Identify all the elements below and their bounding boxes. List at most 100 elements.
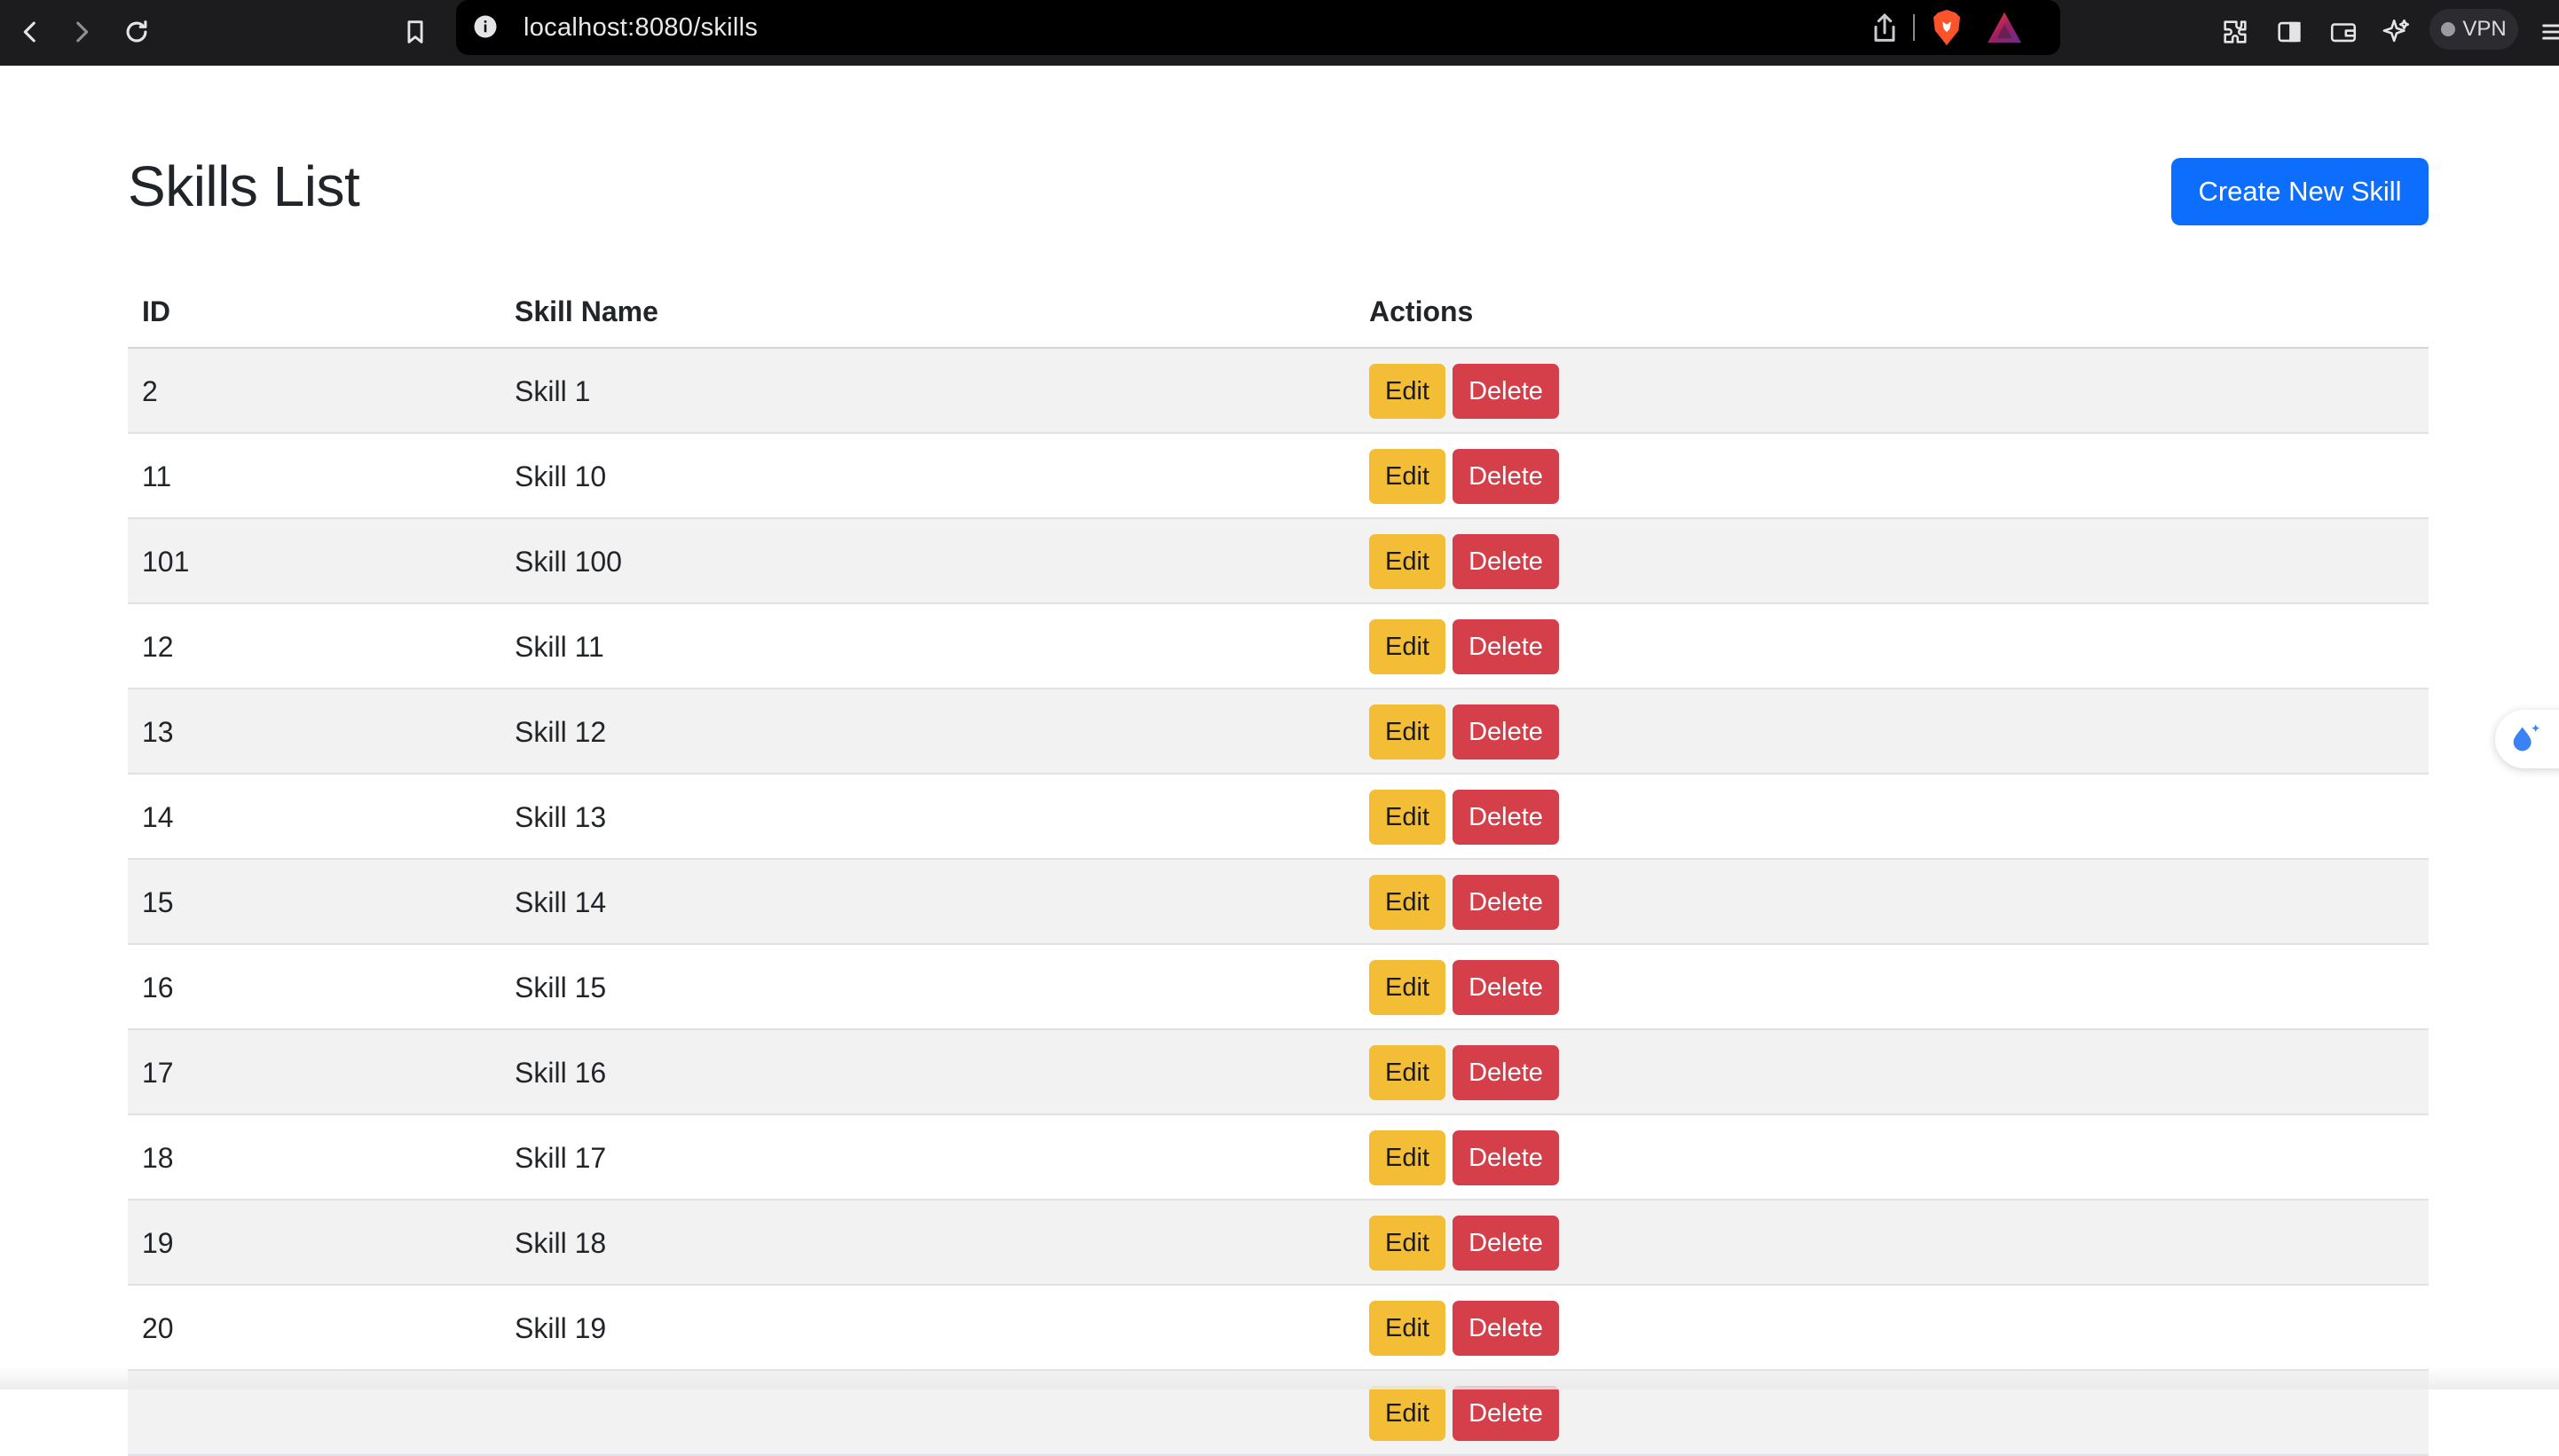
address-separator [1913,14,1915,41]
delete-button[interactable]: Delete [1453,960,1559,1015]
leo-ai-icon[interactable] [2375,11,2418,53]
skill-id-cell: 19 [128,1200,500,1286]
back-icon[interactable] [9,11,51,53]
table-row: Edit Delete [128,1370,2429,1456]
table-row: 11 Skill 10 Edit Delete [128,433,2429,519]
table-row: 12 Skill 11 Edit Delete [128,603,2429,689]
skill-name-cell: Skill 13 [500,774,1355,860]
actions-cell: Edit Delete [1355,433,2429,519]
table-row: 17 Skill 16 Edit Delete [128,1029,2429,1115]
actions-cell: Edit Delete [1355,1114,2429,1200]
delete-button[interactable]: Delete [1453,534,1559,589]
actions-cell: Edit Delete [1355,1200,2429,1286]
skill-id-cell: 15 [128,859,500,945]
delete-button[interactable]: Delete [1453,1301,1559,1356]
table-row: 18 Skill 17 Edit Delete [128,1114,2429,1200]
wallet-icon[interactable] [2322,11,2365,53]
info-icon[interactable] [472,13,499,40]
table-row: 101 Skill 100 Edit Delete [128,518,2429,604]
skill-name-cell: Skill 100 [500,518,1355,604]
page-title: Skills List [128,154,360,218]
skill-name-cell: Skill 1 [500,348,1355,434]
droplet-sparkle-icon [2513,724,2539,752]
vpn-label: VPN [2462,17,2507,41]
edit-button[interactable]: Edit [1369,619,1445,674]
delete-button[interactable]: Delete [1453,449,1559,504]
edit-button[interactable]: Edit [1369,1301,1445,1356]
skill-name-cell: Skill 11 [500,603,1355,689]
skills-table: ID Skill Name Actions 2 Skill 1 Edit Delete… [128,277,2429,1456]
reload-icon[interactable] [115,11,158,53]
actions-cell: Edit Delete [1355,518,2429,604]
actions-cell: Edit Delete [1355,1285,2429,1371]
skill-name-cell: Skill 19 [500,1285,1355,1371]
delete-button[interactable]: Delete [1453,1386,1559,1441]
skill-name-cell: Skill 16 [500,1029,1355,1115]
create-new-skill-button[interactable]: Create New Skill [2171,158,2429,225]
address-bar[interactable]: localhost:8080/skills [456,0,2060,55]
share-icon[interactable] [1867,11,1902,46]
skill-name-cell: Skill 14 [500,859,1355,945]
vpn-status-icon [2441,22,2456,36]
edit-button[interactable]: Edit [1369,960,1445,1015]
skill-id-cell: 18 [128,1114,500,1200]
table-row: 14 Skill 13 Edit Delete [128,774,2429,860]
skill-id-cell: 14 [128,774,500,860]
url-text[interactable]: localhost:8080/skills [524,12,758,43]
edit-button[interactable]: Edit [1369,875,1445,930]
delete-button[interactable]: Delete [1453,364,1559,419]
skill-id-cell: 11 [128,433,500,519]
column-header-skill-name: Skill Name [500,277,1355,349]
browser-toolbar: localhost:8080/skills VPN [0,0,2559,66]
column-header-id: ID [128,277,500,349]
edit-button[interactable]: Edit [1369,790,1445,845]
vpn-button[interactable]: VPN [2429,9,2518,50]
skill-name-cell: Skill 17 [500,1114,1355,1200]
skill-id-cell: 13 [128,689,500,775]
sidebar-icon[interactable] [2268,11,2311,53]
actions-cell: Edit Delete [1355,859,2429,945]
actions-cell: Edit Delete [1355,944,2429,1030]
edit-button[interactable]: Edit [1369,449,1445,504]
bookmark-icon[interactable] [394,11,437,53]
edit-button[interactable]: Edit [1369,364,1445,419]
delete-button[interactable]: Delete [1453,875,1559,930]
skill-name-cell [500,1370,1355,1456]
delete-button[interactable]: Delete [1453,1216,1559,1271]
actions-cell: Edit Delete [1355,1029,2429,1115]
skill-name-cell: Skill 10 [500,433,1355,519]
edit-button[interactable]: Edit [1369,1130,1445,1185]
table-body: 2 Skill 1 Edit Delete 11 Skill 10 Edit Delete 10… [128,348,2429,1456]
skill-name-cell: Skill 15 [500,944,1355,1030]
brave-rewards-icon[interactable] [1986,11,2023,44]
actions-cell: Edit Delete [1355,603,2429,689]
table-header-row: ID Skill Name Actions [128,277,2429,349]
table-row: 19 Skill 18 Edit Delete [128,1200,2429,1286]
skill-id-cell: 16 [128,944,500,1030]
edit-button[interactable]: Edit [1369,1216,1445,1271]
delete-button[interactable]: Delete [1453,619,1559,674]
skill-name-cell: Skill 12 [500,689,1355,775]
brave-shield-icon[interactable] [1929,8,1965,47]
delete-button[interactable]: Delete [1453,1130,1559,1185]
skill-id-cell: 101 [128,518,500,604]
menu-icon[interactable] [2532,11,2559,53]
skill-id-cell: 17 [128,1029,500,1115]
delete-button[interactable]: Delete [1453,1045,1559,1100]
column-header-actions: Actions [1355,277,2429,349]
edit-button[interactable]: Edit [1369,704,1445,759]
forward-icon[interactable] [60,11,103,53]
actions-cell: Edit Delete [1355,1370,2429,1456]
actions-cell: Edit Delete [1355,348,2429,434]
actions-cell: Edit Delete [1355,774,2429,860]
skill-id-cell [128,1370,500,1456]
extensions-icon[interactable] [2214,11,2256,53]
edit-button[interactable]: Edit [1369,1386,1445,1441]
delete-button[interactable]: Delete [1453,790,1559,845]
edit-button[interactable]: Edit [1369,534,1445,589]
edit-button[interactable]: Edit [1369,1045,1445,1100]
actions-cell: Edit Delete [1355,689,2429,775]
table-row: 2 Skill 1 Edit Delete [128,348,2429,434]
floating-widget[interactable] [2495,710,2559,768]
delete-button[interactable]: Delete [1453,704,1559,759]
